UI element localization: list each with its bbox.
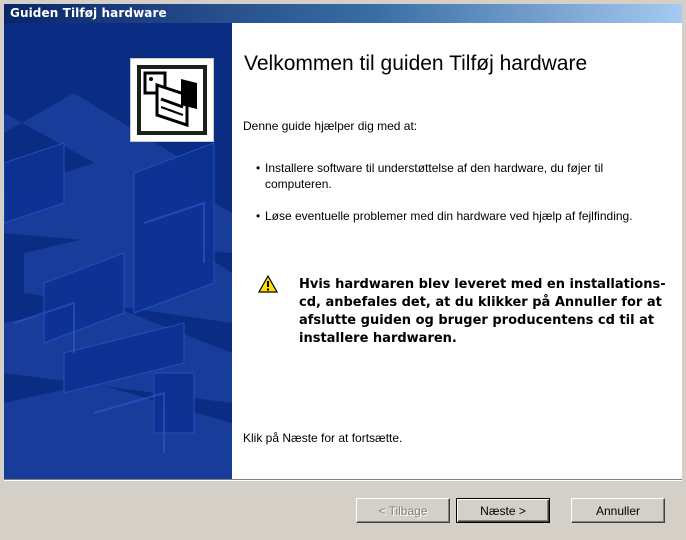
button-separator [4, 479, 682, 481]
list-item: • Installere software til understøttelse… [256, 160, 674, 194]
intro-text: Denne guide hjælper dig med at: [243, 119, 418, 133]
next-button[interactable]: Næste > [456, 498, 550, 523]
continue-instruction: Klik på Næste for at fortsætte. [243, 431, 403, 445]
bullet-icon: • [256, 209, 261, 223]
list-item-text: Installere software til understøttelse a… [265, 161, 604, 191]
bullet-icon: • [256, 161, 261, 175]
warning-text: Hvis hardwaren blev leveret med en insta… [299, 277, 666, 346]
wizard-window: Guiden Tilføj hardware Velkommen til gui… [0, 0, 686, 540]
list-item-text: Løse eventuelle problemer med din hardwa… [265, 209, 633, 223]
warning-icon [257, 274, 279, 293]
cancel-button[interactable]: Annuller [571, 498, 665, 523]
window-title: Guiden Tilføj hardware [10, 6, 167, 20]
wizard-main-pane: Velkommen til guiden Tilføj hardware Den… [232, 23, 682, 479]
page-title: Velkommen til guiden Tilføj hardware [244, 52, 588, 75]
hardware-install-icon [130, 58, 214, 142]
title-bar[interactable]: Guiden Tilføj hardware [4, 4, 682, 23]
list-item: • Løse eventuelle problemer med din hard… [256, 208, 674, 242]
back-button[interactable]: < Tilbage [356, 498, 450, 523]
